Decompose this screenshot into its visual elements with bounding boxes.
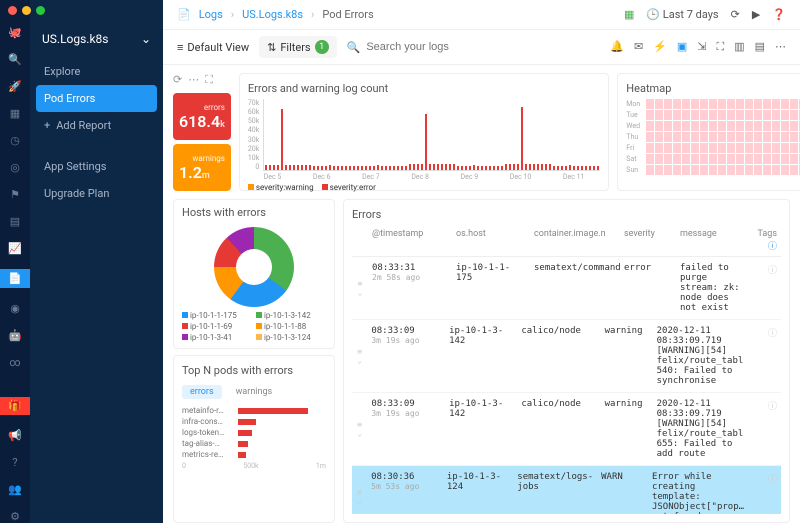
sidebar-item-add-report[interactable]: +Add Report	[30, 112, 163, 139]
more-icon[interactable]: ⋯	[188, 73, 199, 87]
robot-icon[interactable]: 🤖	[8, 329, 22, 342]
panel-icon[interactable]: ▤	[755, 40, 765, 54]
sidebar: US.Logs.k8s ⌄ Explore Pod Errors +Add Re…	[30, 0, 163, 523]
metric-warnings: warnings 1.2m	[173, 144, 231, 191]
table-row[interactable]: ≡⌄08:33:093m 19s agoip-10-1-3-142calico/…	[352, 320, 781, 393]
drag-icon[interactable]: ≡⌄	[352, 263, 368, 313]
view-selector[interactable]: ≡ Default View	[177, 41, 249, 54]
expand-icon[interactable]: ⛶	[716, 40, 724, 54]
apps-icon[interactable]: ▦	[8, 107, 22, 120]
gift-icon[interactable]: 🎁	[0, 397, 30, 416]
reload-icon[interactable]: ⟳	[173, 73, 182, 87]
chevron-down-icon: ⌄	[141, 32, 151, 46]
time-range[interactable]: 🕒 Last 7 days	[646, 8, 718, 21]
table-row[interactable]: ≡⌄08:30:365m 53s agoip-10-1-3-124sematex…	[352, 466, 781, 514]
settings-icon[interactable]: ⚙	[8, 510, 22, 523]
context-switcher[interactable]: US.Logs.k8s ⌄	[30, 26, 163, 58]
top-pods: Top N pods with errors errors warnings m…	[173, 355, 335, 523]
search-icon[interactable]: 🔍	[8, 53, 22, 66]
gauge-icon[interactable]: ◷	[8, 134, 22, 147]
more-icon[interactable]: ⋯	[775, 40, 786, 54]
sidebar-item-app-settings[interactable]: App Settings	[30, 153, 163, 180]
tab-errors[interactable]: errors	[182, 385, 222, 399]
bolt-icon[interactable]: ⚡	[653, 40, 667, 54]
help-icon[interactable]: ?	[8, 456, 22, 469]
doc-icon[interactable]: 📄	[0, 269, 30, 288]
logo-icon[interactable]: 🐙	[8, 26, 22, 39]
refresh-icon[interactable]: ⟳	[731, 8, 740, 21]
chart-icon[interactable]: 📈	[8, 242, 22, 255]
heatmap: Heatmap MonTueWedThuFriSatSun	[617, 73, 800, 191]
flag-icon[interactable]: ⚑	[8, 188, 22, 201]
person-icon[interactable]: ◉	[8, 302, 22, 315]
fullscreen-icon[interactable]: ⛶	[205, 73, 213, 87]
announce-icon[interactable]: 📢	[8, 429, 22, 442]
drag-icon[interactable]: ≡⌄	[352, 472, 367, 514]
table-row[interactable]: ≡⌄08:33:093m 19s agoip-10-1-3-142calico/…	[352, 393, 781, 466]
radio-icon[interactable]: ◎	[8, 161, 22, 174]
grid-icon[interactable]: ▦	[624, 8, 634, 21]
cube-icon[interactable]: ▣	[677, 40, 687, 54]
search-input[interactable]: 🔍	[347, 41, 601, 54]
metric-errors: errors 618.4k	[173, 93, 231, 140]
share-icon[interactable]: ⇲	[697, 40, 706, 54]
drag-icon[interactable]: ≡⌄	[352, 326, 367, 386]
filters-button[interactable]: ⇅ Filters 1	[259, 36, 337, 58]
toolbar: ≡ Default View ⇅ Filters 1 🔍 🔔 ✉ ⚡ ▣ ⇲ ⛶…	[163, 30, 800, 65]
bell-icon[interactable]: 🔔	[610, 40, 624, 54]
mail-icon[interactable]: ✉	[634, 40, 643, 54]
hosts-with-errors: Hosts with errors ip-10-1-1-175 ip-10-1-…	[173, 199, 335, 349]
rocket-icon[interactable]: 🚀	[8, 80, 22, 93]
chart-errors-warnings: Errors and warning log count 70k60k50k40…	[239, 73, 609, 191]
table-header: @timestamp os.host container.image.n sev…	[352, 225, 781, 257]
breadcrumb-app[interactable]: US.Logs.k8s	[242, 8, 303, 21]
link-icon[interactable]: ∞	[8, 356, 22, 369]
sidebar-item-explore[interactable]: Explore	[30, 58, 163, 85]
context-title: US.Logs.k8s	[42, 32, 109, 46]
topbar: 📄 Logs › US.Logs.k8s › Pod Errors ▦ 🕒 La…	[163, 0, 800, 30]
file-icon: 📄	[177, 8, 191, 21]
drag-icon[interactable]: ≡⌄	[352, 399, 367, 459]
tab-warnings[interactable]: warnings	[228, 385, 281, 399]
play-icon[interactable]: ▶	[752, 8, 760, 21]
box-icon[interactable]: ▤	[8, 215, 22, 228]
breadcrumb-current: Pod Errors	[322, 8, 373, 21]
users-icon[interactable]: 👥	[8, 483, 22, 496]
sidebar-item-pod-errors[interactable]: Pod Errors	[36, 85, 157, 112]
help-icon[interactable]: ❓	[772, 8, 786, 21]
table-row[interactable]: ≡⌄08:33:312m 58s agoip-10-1-1-175sematex…	[352, 257, 781, 320]
layout-icon[interactable]: ▥	[734, 40, 744, 54]
breadcrumb-logs[interactable]: Logs	[199, 8, 223, 21]
sidebar-item-upgrade[interactable]: Upgrade Plan	[30, 180, 163, 207]
nav-rail: 🐙 🔍 🚀 ▦ ◷ ◎ ⚑ ▤ 📈 📄 ◉ 🤖 ∞ 🎁 📢 ? 👥 ⚙	[0, 0, 30, 523]
errors-panel: Errors @timestamp os.host container.imag…	[343, 199, 790, 523]
